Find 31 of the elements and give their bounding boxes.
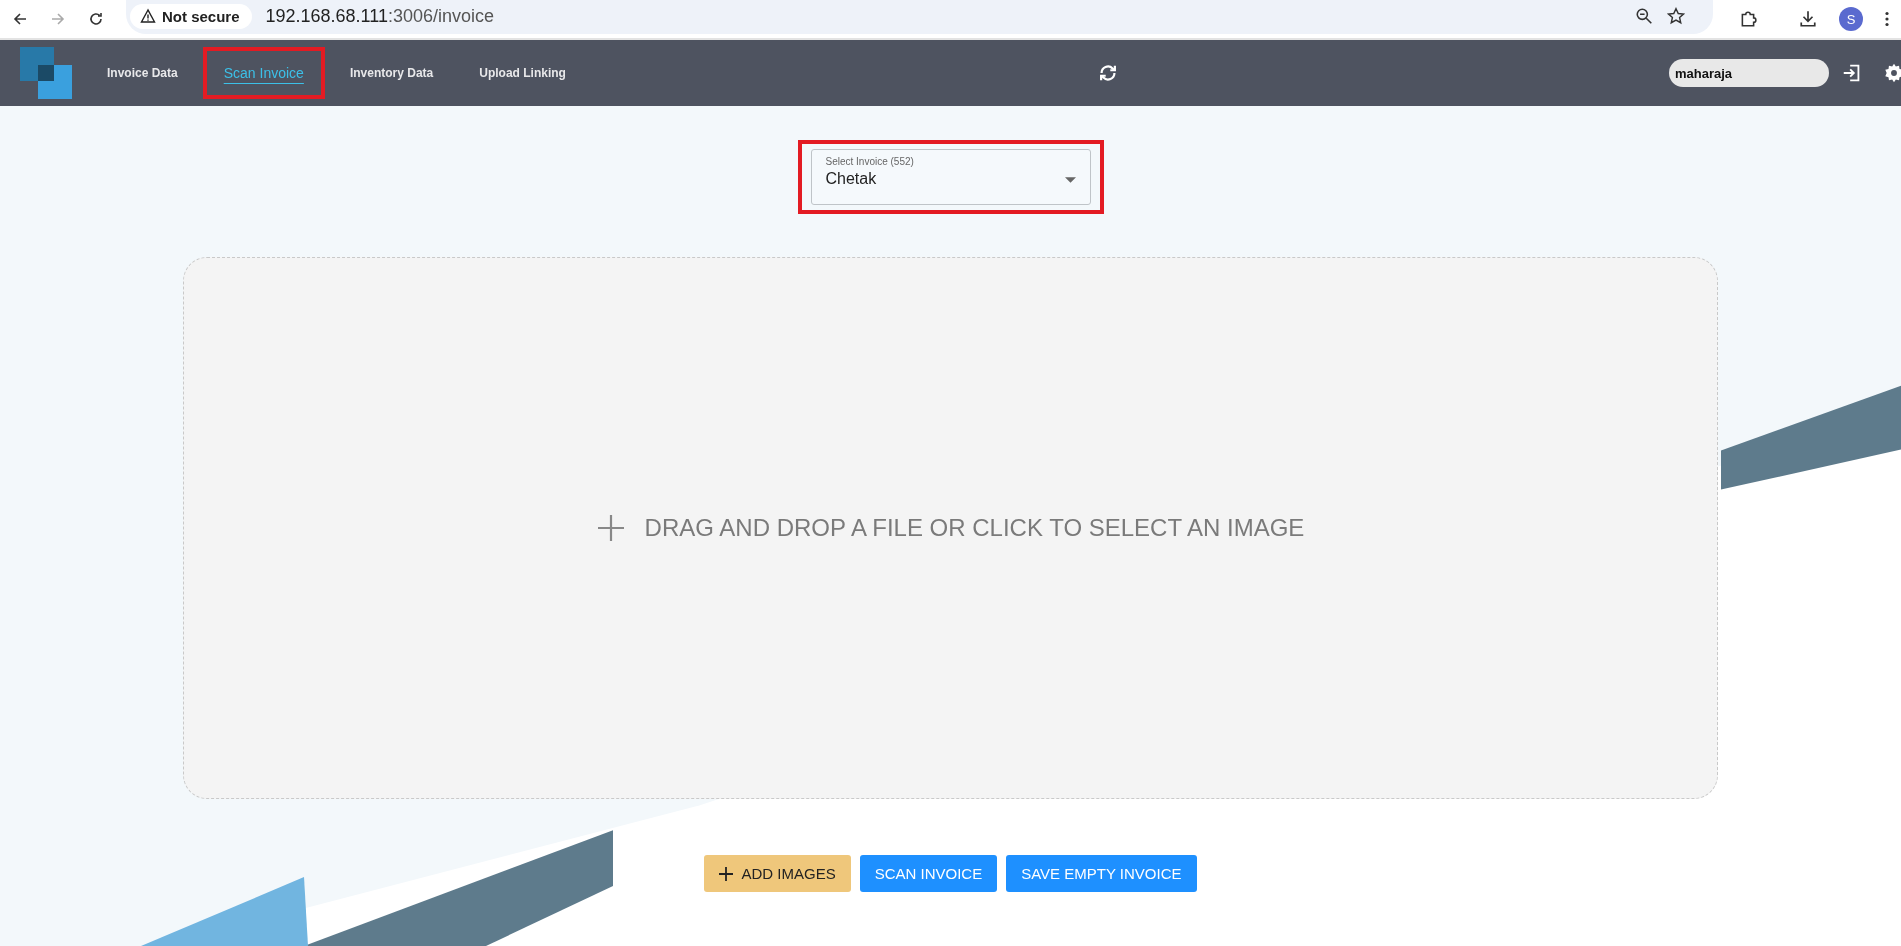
warning-icon bbox=[140, 8, 156, 24]
nav-tab[interactable]: Upload Linking bbox=[458, 48, 587, 98]
dropdown-caret-icon bbox=[1064, 177, 1076, 183]
back-arrow-icon[interactable] bbox=[12, 11, 28, 27]
select-value: Chetak bbox=[825, 170, 877, 188]
nav-tab[interactable]: Scan Invoice bbox=[202, 47, 325, 99]
address-bar[interactable]: Not secure 192.168.68.111:3006/invoice bbox=[126, 0, 1713, 34]
zoom-out-icon[interactable] bbox=[1635, 7, 1653, 25]
dropzone-text: DRAG AND DROP A FILE OR CLICK TO SELECT AN IMAGE bbox=[644, 514, 1305, 542]
add-images-button[interactable]: ADD IMAGES bbox=[704, 855, 851, 892]
action-button[interactable]: SCAN INVOICE bbox=[859, 855, 998, 892]
invoice-select[interactable]: Select Invoice (552) Chetak bbox=[810, 149, 1091, 205]
nav-tab[interactable]: Inventory Data bbox=[328, 48, 455, 98]
plus-icon bbox=[596, 514, 625, 542]
logo-icon[interactable] bbox=[20, 47, 72, 99]
user-field[interactable]: maharaja bbox=[1669, 59, 1829, 87]
security-label: Not secure bbox=[162, 7, 240, 25]
action-button[interactable]: SAVE EMPTY INVOICE bbox=[1006, 855, 1197, 892]
profile-avatar[interactable]: S bbox=[1839, 7, 1863, 31]
security-chip[interactable]: Not secure bbox=[130, 3, 252, 29]
extension-icon[interactable] bbox=[1739, 10, 1757, 28]
download-icon[interactable] bbox=[1799, 10, 1817, 28]
reload-icon[interactable] bbox=[88, 11, 104, 27]
plus-icon bbox=[719, 866, 734, 881]
file-dropzone[interactable]: DRAG AND DROP A FILE OR CLICK TO SELECT AN IMAGE bbox=[183, 257, 1718, 799]
select-label: Select Invoice (552) bbox=[825, 156, 915, 167]
star-icon[interactable] bbox=[1667, 7, 1685, 25]
nav-tab[interactable]: Invoice Data bbox=[86, 48, 199, 98]
settings-icon[interactable] bbox=[1883, 62, 1901, 84]
more-menu-icon[interactable] bbox=[1885, 11, 1889, 27]
url-text: 192.168.68.111:3006/invoice bbox=[265, 5, 495, 27]
